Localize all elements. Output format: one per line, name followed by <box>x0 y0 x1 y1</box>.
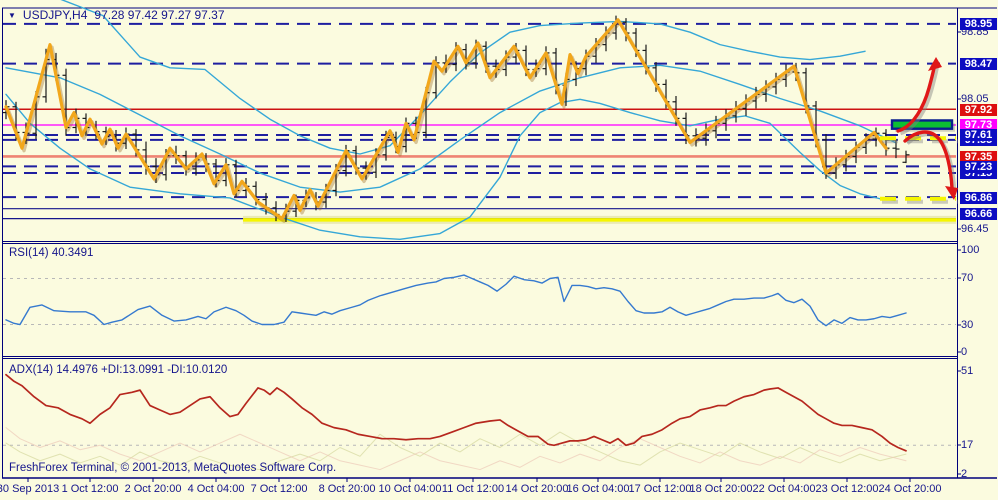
x-axis-label: 24 Oct 20:00 <box>878 483 942 495</box>
price-badge: 97.61 <box>960 129 997 141</box>
x-axis-label: 4 Oct 04:00 <box>187 483 245 495</box>
rsi-scale-tick-label: 30 <box>961 319 974 331</box>
x-axis-label: 2 Oct 20:00 <box>124 483 182 495</box>
x-axis-label: 30 Sep 2013 <box>0 483 60 495</box>
x-axis-label: 17 Oct 12:00 <box>628 483 692 495</box>
rsi-scale-tick-label: 0 <box>961 346 968 358</box>
price-badge: 96.86 <box>960 192 997 204</box>
x-axis-label: 1 Oct 12:00 <box>61 483 119 495</box>
x-axis-label: 10 Oct 04:00 <box>378 483 442 495</box>
x-axis-label: 8 Oct 20:00 <box>318 483 376 495</box>
rsi-scale-tick-label: 70 <box>961 272 974 284</box>
price-badge: 97.23 <box>960 161 997 173</box>
resistance-zone-box[interactable] <box>890 119 954 130</box>
x-axis-label: 22 Oct 04:00 <box>752 483 816 495</box>
price-badge: 97.92 <box>960 104 997 116</box>
adx-scale-tick-label: 51 <box>961 365 974 377</box>
x-axis-label: 11 Oct 12:00 <box>441 483 505 495</box>
terminal-window: ▼ USDJPY,H4 97.28 97.42 97.27 97.37 RSI(… <box>0 0 998 500</box>
symbol-period-label: USDJPY,H4 <box>22 8 88 22</box>
chart-canvas[interactable] <box>0 0 998 500</box>
price-badge: 98.95 <box>960 18 997 30</box>
adx-scale-tick-label: 2 <box>961 468 968 480</box>
ohlc-quote-label: 97.28 97.42 97.27 97.37 <box>94 8 225 22</box>
price-badge: 96.66 <box>960 208 997 220</box>
chart-legend: ▼ USDJPY,H4 97.28 97.42 97.27 97.37 <box>8 8 225 22</box>
x-axis-label: 18 Oct 20:00 <box>689 483 753 495</box>
price-scale-tick-label: 96.45 <box>961 223 989 235</box>
adx-scale-tick-label: 17 <box>961 439 974 451</box>
price-badge: 98.47 <box>960 58 997 70</box>
adx-indicator-label: ADX(14) 14.4976 +DI:13.0991 -DI:10.0120 <box>9 364 228 376</box>
x-axis-label: 14 Oct 20:00 <box>505 483 569 495</box>
x-axis-label: 16 Oct 04:00 <box>566 483 630 495</box>
rsi-indicator-label: RSI(14) 40.3491 <box>9 247 94 259</box>
chart-dropdown-icon[interactable]: ▼ <box>8 11 16 20</box>
copyright-label: FreshForex Terminal, © 2001-2013, MetaQu… <box>9 462 337 474</box>
x-axis-label: 23 Oct 12:00 <box>815 483 879 495</box>
rsi-scale-tick-label: 100 <box>961 244 980 256</box>
x-axis-label: 7 Oct 12:00 <box>250 483 308 495</box>
